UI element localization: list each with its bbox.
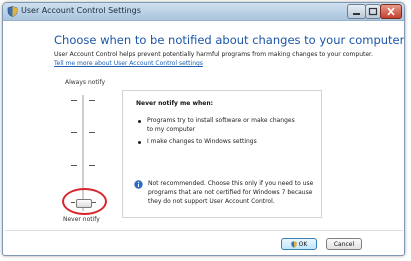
panel-note: Not recommended. Choose this only if you… bbox=[148, 180, 314, 205]
slider-tick bbox=[71, 100, 77, 101]
uac-settings-window: User Account Control Settings Choose whe… bbox=[2, 2, 405, 256]
close-button[interactable] bbox=[380, 4, 402, 19]
minimize-icon bbox=[353, 13, 360, 15]
slider-tick bbox=[89, 165, 95, 166]
slider-tick bbox=[89, 132, 95, 133]
ok-label: OK bbox=[298, 240, 308, 248]
footer-divider bbox=[5, 230, 403, 231]
highlight-circle bbox=[62, 188, 107, 215]
learn-more-link[interactable]: Tell me more about User Account Control … bbox=[54, 60, 203, 67]
cancel-button[interactable]: Cancel bbox=[326, 238, 362, 250]
window-title: User Account Control Settings bbox=[21, 6, 141, 15]
level-description-panel: Never notify me when: Programs try to in… bbox=[122, 90, 322, 218]
bullet-icon bbox=[138, 120, 141, 123]
minimize-button[interactable] bbox=[347, 4, 366, 19]
title-bar[interactable]: User Account Control Settings bbox=[3, 3, 404, 21]
maximize-icon bbox=[368, 7, 378, 16]
slider-tick bbox=[89, 100, 95, 101]
panel-bullet: Programs try to install software or make… bbox=[147, 117, 295, 133]
page-description: User Account Control helps prevent poten… bbox=[54, 51, 373, 58]
slider-tick bbox=[71, 132, 77, 133]
slider-top-label: Always notify bbox=[65, 79, 105, 86]
ok-button[interactable]: OK bbox=[281, 238, 317, 250]
maximize-button[interactable] bbox=[365, 4, 381, 19]
bullet-icon bbox=[138, 141, 141, 144]
panel-title: Never notify me when: bbox=[136, 100, 214, 107]
slider-tick bbox=[71, 165, 77, 166]
uac-shield-icon bbox=[7, 6, 18, 17]
slider-bottom-label: Never notify bbox=[63, 216, 100, 223]
uac-shield-icon bbox=[291, 240, 297, 248]
page-heading: Choose when to be notified about changes… bbox=[54, 33, 405, 47]
panel-bullet: I make changes to Windows settings bbox=[147, 138, 257, 145]
info-icon bbox=[134, 180, 143, 189]
close-icon bbox=[387, 7, 395, 16]
